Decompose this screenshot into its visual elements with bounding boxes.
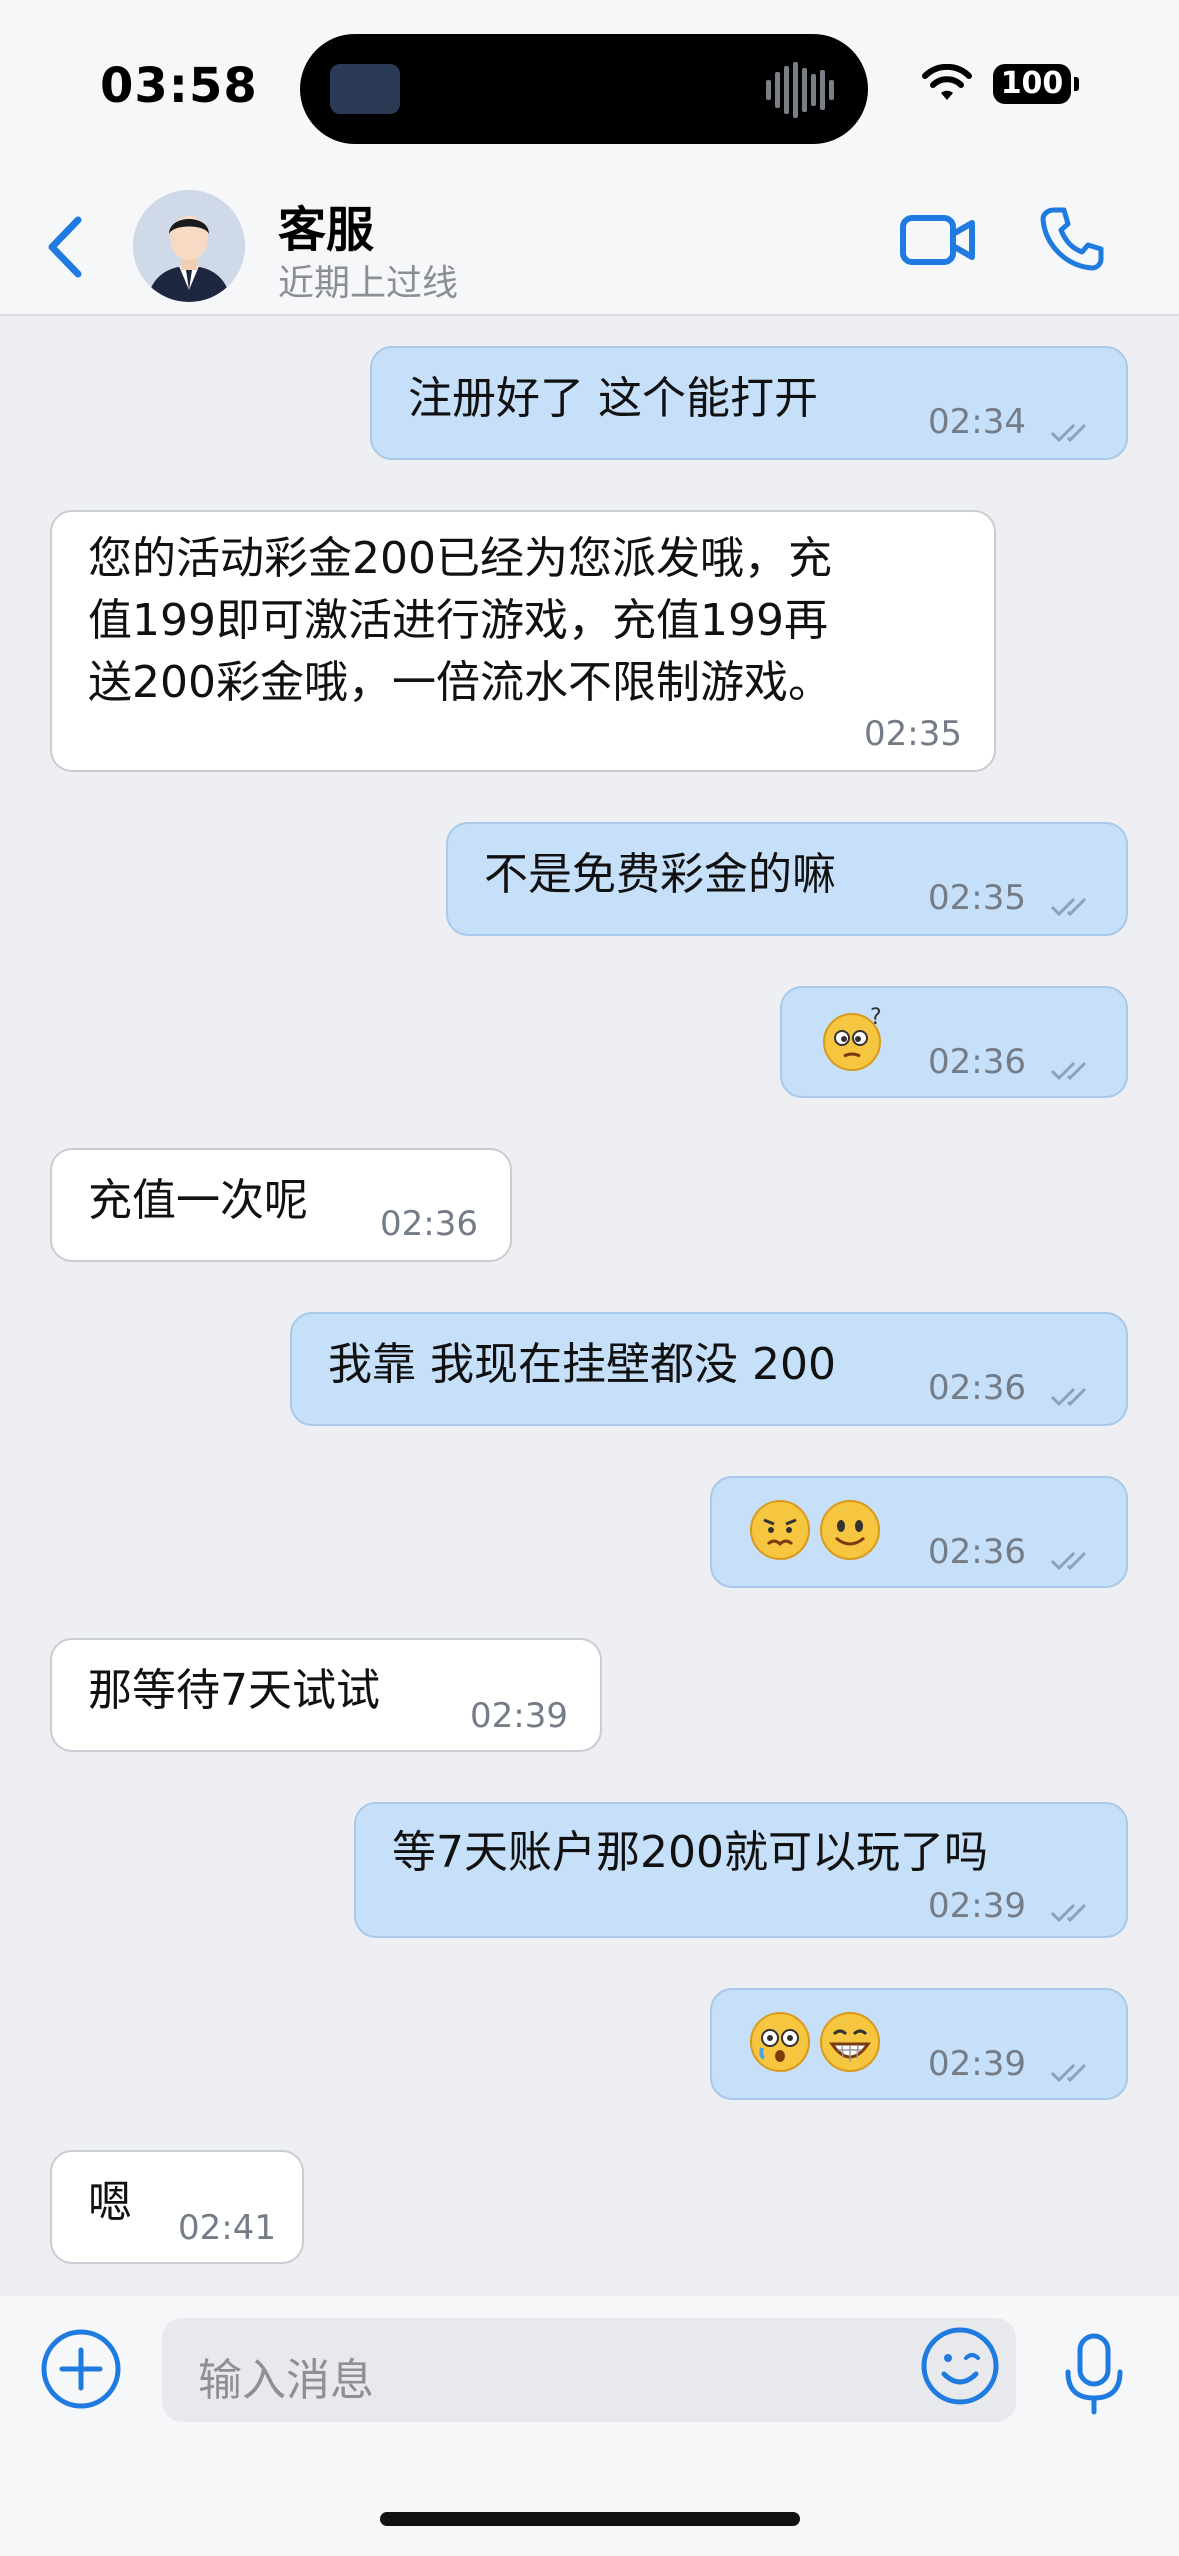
contact-name[interactable]: 客服 [278, 190, 374, 260]
microphone-icon[interactable] [1062, 2332, 1126, 2416]
read-receipt-icon [1050, 1551, 1087, 1571]
svg-text:?: ? [870, 1005, 882, 1030]
message-time: 02:34 [928, 402, 1026, 442]
message-time: 02:36 [928, 1532, 1026, 1572]
chevron-left-icon[interactable] [40, 212, 90, 282]
video-camera-icon[interactable] [900, 210, 976, 270]
message-text: 注册好了 这个能打开 [408, 373, 818, 424]
smile-face-emoji-icon [820, 1500, 880, 1560]
wifi-icon [922, 64, 972, 100]
message-text: 不是免费彩金的嘛 [484, 849, 836, 900]
read-receipt-icon [1050, 423, 1087, 443]
dynamic-island[interactable] [300, 34, 868, 144]
read-receipt-icon [1050, 897, 1087, 917]
phone-icon[interactable] [1040, 206, 1104, 272]
message-input-placeholder: 输入消息 [198, 2355, 374, 2406]
audio-wave-icon [766, 62, 834, 118]
worried-face-emoji-icon [750, 1500, 810, 1560]
message-time: 02:35 [928, 878, 1026, 918]
confused-face-emoji-icon: ? [823, 1005, 882, 1071]
grinning-face-emoji-icon [820, 2012, 880, 2072]
status-time: 03:58 [100, 58, 258, 114]
message-text: 充值一次呢 [88, 1175, 308, 1226]
read-receipt-icon [1050, 1387, 1087, 1407]
message-time: 02:39 [470, 1696, 568, 1736]
message-time: 02:36 [928, 1368, 1026, 1408]
plus-circle-icon[interactable] [40, 2328, 122, 2410]
message-text-line: 送200彩金哦，一倍流水不限制游戏。 [88, 657, 832, 708]
message-time: 02:36 [380, 1204, 478, 1244]
message-text-line: 您的活动彩金200已经为您派发哦，充 [88, 533, 832, 584]
message-text-line: 值199即可激活进行游戏，充值199再 [88, 595, 828, 646]
message-text: 嗯 [88, 2177, 132, 2228]
message-text: 等7天账户那200就可以玩了吗 [392, 1827, 988, 1878]
read-receipt-icon [1050, 1061, 1087, 1081]
message-time: 02:36 [928, 1042, 1026, 1082]
battery-indicator: 100 [993, 64, 1079, 104]
media-thumbnail [330, 64, 400, 114]
read-receipt-icon [1050, 2063, 1087, 2083]
message-time: 02:39 [928, 2044, 1026, 2084]
avatar[interactable] [133, 190, 245, 302]
message-time: 02:35 [864, 714, 962, 754]
contact-presence: 近期上过线 [278, 263, 459, 304]
message-text: 那等待7天试试 [88, 1665, 380, 1716]
message-input[interactable]: 输入消息 [162, 2318, 1016, 2422]
home-indicator[interactable] [380, 2512, 800, 2526]
message-time: 02:39 [928, 1886, 1026, 1926]
message-time: 02:41 [178, 2208, 276, 2248]
shocked-crying-face-emoji-icon [750, 2012, 810, 2072]
message-text: 我靠 我现在挂壁都没 200 [328, 1339, 836, 1390]
smile-icon[interactable] [920, 2326, 1000, 2406]
read-receipt-icon [1050, 1903, 1087, 1923]
